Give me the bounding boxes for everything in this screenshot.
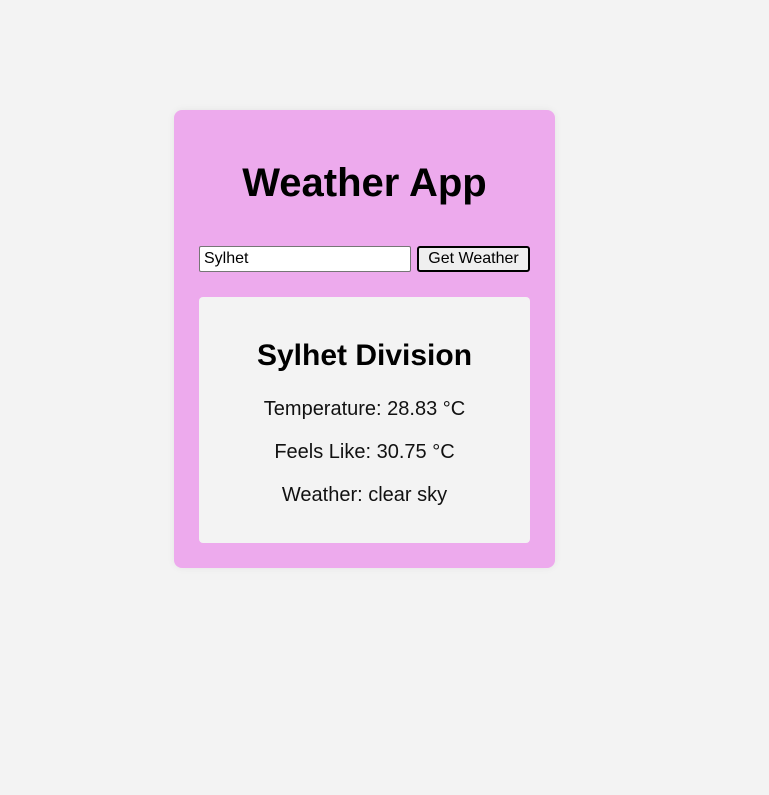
get-weather-button[interactable]: Get Weather	[417, 246, 530, 272]
weather-result-panel: Sylhet Division Temperature: 28.83 °C Fe…	[199, 297, 530, 543]
temperature-text: Temperature: 28.83 °C	[263, 398, 466, 420]
city-input[interactable]	[199, 246, 411, 272]
weather-app-card: Weather App Get Weather Sylhet Division …	[174, 110, 555, 568]
location-name: Sylhet Division	[256, 339, 473, 372]
weather-condition-text: Weather: clear sky	[281, 484, 448, 506]
app-title: Weather App	[242, 161, 487, 205]
feels-like-text: Feels Like: 30.75 °C	[274, 441, 455, 463]
search-row: Get Weather	[199, 246, 530, 272]
